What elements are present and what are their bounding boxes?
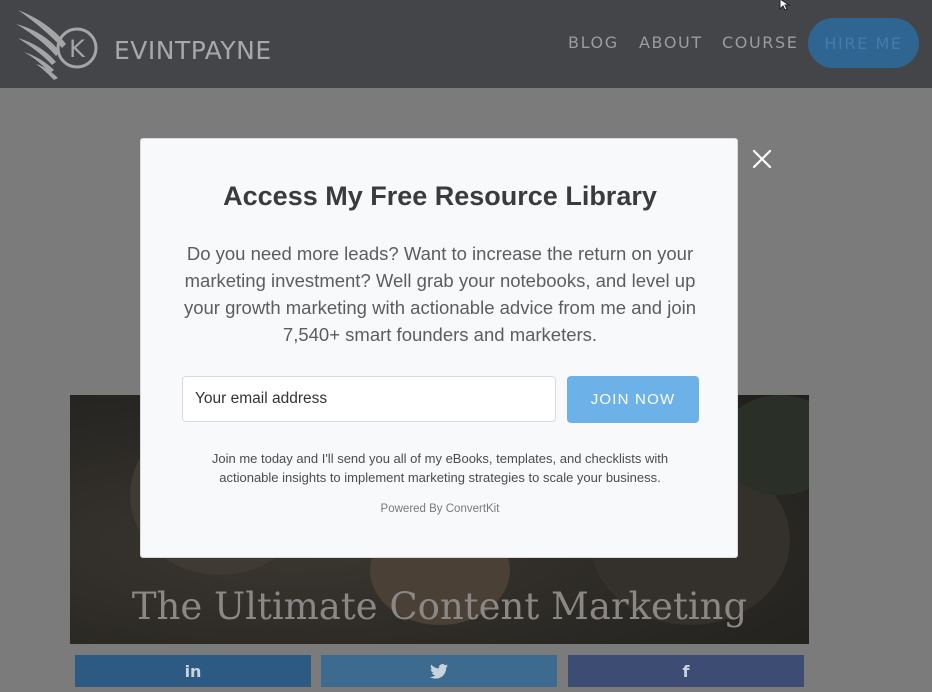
share-facebook-button[interactable]: f bbox=[568, 655, 804, 687]
modal-description: Do you need more leads? Want to increase… bbox=[183, 243, 697, 345]
facebook-icon: f bbox=[682, 661, 690, 681]
modal-note: Join me today and I'll send you all of m… bbox=[211, 451, 669, 485]
hire-me-button[interactable]: HIRE ME bbox=[808, 18, 919, 68]
nav-about[interactable]: ABOUT bbox=[639, 33, 703, 52]
mouse-cursor-icon bbox=[779, 0, 791, 11]
site-header: K EVINTPAYNE BLOG ABOUT COURSE HIRE ME bbox=[0, 0, 932, 88]
wing-logo-icon: K bbox=[16, 10, 98, 80]
nav-course[interactable]: COURSE bbox=[722, 33, 798, 52]
signup-modal: Access My Free Resource Library Do you n… bbox=[140, 138, 738, 558]
twitter-icon bbox=[430, 663, 448, 679]
join-now-button[interactable]: JOIN NOW bbox=[567, 376, 699, 423]
powered-by-link[interactable]: Powered By ConvertKit bbox=[141, 503, 739, 515]
svg-text:K: K bbox=[69, 35, 86, 63]
email-input[interactable] bbox=[182, 376, 556, 422]
logo-wordmark: EVINTPAYNE bbox=[114, 36, 272, 65]
site-logo[interactable]: K EVINTPAYNE bbox=[14, 6, 274, 82]
share-linkedin-button[interactable]: in bbox=[75, 655, 311, 687]
linkedin-icon: in bbox=[184, 661, 202, 681]
share-twitter-button[interactable] bbox=[321, 655, 557, 687]
nav-blog[interactable]: BLOG bbox=[568, 33, 619, 52]
hero-title: The Ultimate Content Marketing bbox=[131, 585, 748, 628]
modal-title: Access My Free Resource Library bbox=[223, 181, 657, 211]
close-icon[interactable] bbox=[750, 147, 774, 171]
